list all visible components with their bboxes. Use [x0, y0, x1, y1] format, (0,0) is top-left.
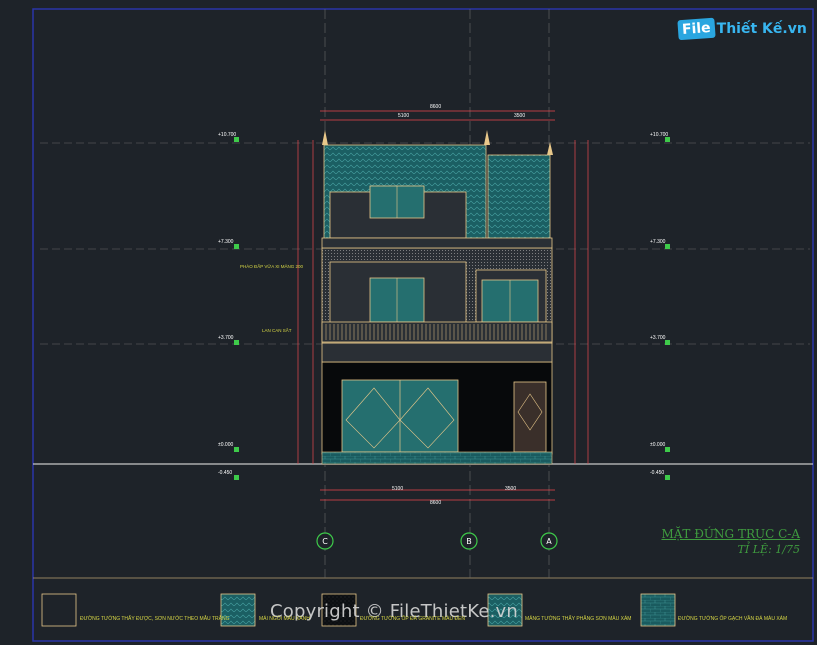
level-label-left: ±0.000: [218, 442, 233, 448]
top-dim-overall: 8600: [430, 104, 442, 110]
top-dim-right: 3500: [514, 113, 526, 119]
plinth: [321, 451, 553, 465]
level-label-left: +7.300: [218, 239, 234, 245]
drawing-title-block: MẶT ĐỨNG TRỤC C-A TỈ LỆ: 1/75: [640, 527, 800, 556]
filethietke-logo: File Thiết Kế.vn: [677, 16, 807, 42]
bottom-dim-right: 3500: [505, 486, 517, 492]
side-door: [513, 381, 547, 453]
axis-label: B: [466, 537, 472, 546]
level-marker-icon: [665, 447, 670, 452]
side-note-2: LAN CAN SẮT: [262, 328, 292, 333]
legend-label-5: ĐƯỜNG TƯỜNG ỐP GẠCH VẦN ĐÁ MÀU XÁM: [678, 616, 788, 622]
balcony-railing: [321, 321, 553, 343]
level-marker-icon: [665, 137, 670, 142]
level-marker-icon: [234, 475, 239, 480]
roof-right: [487, 154, 551, 246]
level-marker-icon: [665, 244, 670, 249]
level-label-right: -0.450: [650, 470, 664, 476]
level-label-right: ±0.000: [650, 442, 665, 448]
level-markers-right: +10.700+7.300+3.700±0.000-0.450: [650, 132, 670, 480]
level-marker-icon: [234, 244, 239, 249]
level-label-left: +3.700: [218, 335, 234, 341]
axis-label: C: [322, 537, 328, 546]
building-facade: [321, 130, 553, 465]
level-marker-icon: [665, 340, 670, 345]
legend-label-1: ĐƯỜNG TƯỜNG THẤY ĐƯỢC, SƠN NƯỚC THEO MẪU…: [80, 616, 230, 622]
level-label-left: +10.700: [218, 132, 236, 138]
side-note-1: PHÀO ĐẮP VỮA XI MĂNG 200: [240, 264, 304, 269]
level-markers-left: +10.700 +7.300 +3.700 ±0.000 -0.450: [218, 132, 239, 480]
level-marker-icon: [234, 447, 239, 452]
level-marker-icon: [234, 340, 239, 345]
drawing-scale: TỈ LỆ: 1/75: [737, 543, 800, 556]
legend-label-2: MÁI NGÓI MÀU XANH: [259, 616, 310, 622]
logo-rest: Thiết Kế.vn: [716, 21, 807, 37]
legend-label-4: MẢNG TƯỜNG THẤY PHẲNG SƠN MÀU XÁM: [525, 616, 632, 622]
slab-band: [321, 342, 553, 363]
level-marker-icon: [665, 475, 670, 480]
logo-prefix: File: [677, 17, 716, 41]
axis-label: A: [546, 537, 552, 546]
level-label-left: -0.450: [218, 470, 232, 476]
grid-axis-bubbles: CBA: [316, 532, 558, 550]
level-label-right: +3.700: [650, 335, 666, 341]
legend-label-3: ĐƯỜNG TƯỜNG ỐP ĐÁ GRANITE MÀU ĐEN: [360, 616, 465, 622]
bottom-dim-left: 5100: [392, 486, 404, 492]
level-marker-icon: [234, 137, 239, 142]
bottom-dim-overall: 8600: [430, 500, 442, 506]
top-dim-left: 5100: [398, 113, 410, 119]
drawing-title: MẶT ĐỨNG TRỤC C-A: [661, 527, 800, 541]
level-label-right: +7.300: [650, 239, 666, 245]
